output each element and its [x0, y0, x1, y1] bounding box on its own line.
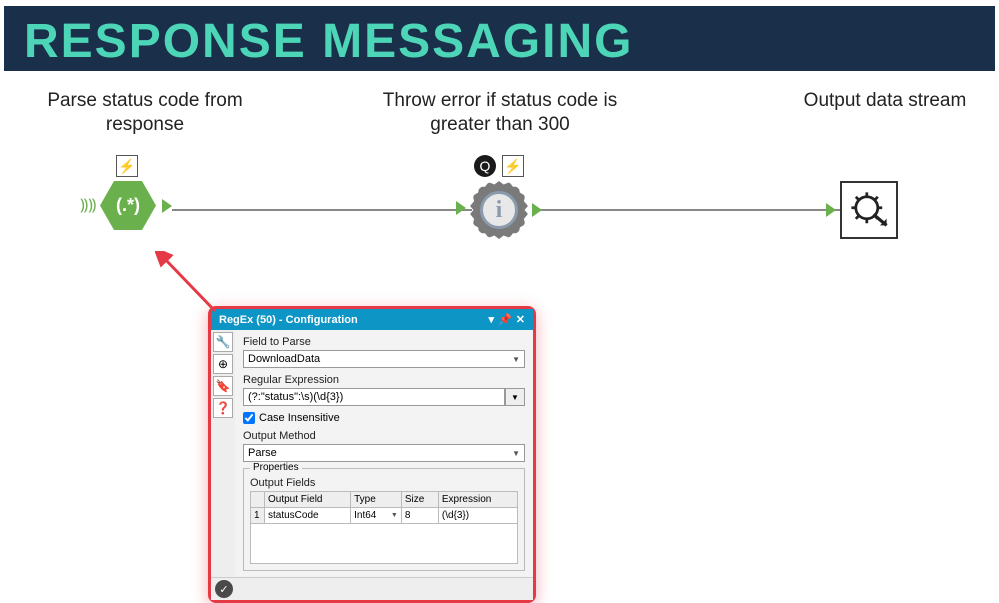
page-title: RESPONSE MESSAGING: [24, 14, 975, 69]
cell-size[interactable]: 8: [401, 508, 438, 524]
connector-line: [172, 209, 472, 211]
node2-label: Throw error if status code is greater th…: [370, 89, 630, 137]
wrench-icon[interactable]: 🔧: [213, 332, 233, 352]
node1-label: Parse status code from response: [40, 89, 250, 137]
lightning-icon: [116, 155, 138, 177]
dropdown-icon[interactable]: ▾: [489, 313, 495, 326]
panel-title: RegEx (50) - Configuration: [219, 314, 358, 326]
regex-dropdown-button[interactable]: ▼: [505, 388, 525, 406]
target-icon[interactable]: ⊕: [213, 354, 233, 374]
case-insensitive-label: Case Insensitive: [259, 412, 340, 424]
q-badge-icon: [474, 155, 496, 177]
regex-input[interactable]: (?:"status":\s)(\d{3}): [243, 388, 505, 406]
cell-type[interactable]: Int64: [351, 508, 402, 524]
field-to-parse-label: Field to Parse: [243, 336, 525, 348]
output-tool-node[interactable]: [840, 181, 898, 239]
output-fields-label: Output Fields: [250, 477, 518, 489]
callout-arrow-icon: [155, 251, 225, 321]
pin-icon[interactable]: 📌: [498, 313, 512, 326]
connector-line: [540, 209, 840, 211]
cell-output-field[interactable]: statusCode: [265, 508, 351, 524]
panel-sidebar: 🔧 ⊕ 🔖 ❓: [211, 330, 235, 577]
regex-label: Regular Expression: [243, 374, 525, 386]
tag-icon[interactable]: 🔖: [213, 376, 233, 396]
help-icon[interactable]: ❓: [213, 398, 233, 418]
table-row[interactable]: 1 statusCode Int64 8 (\d{3}): [251, 508, 518, 524]
config-panel: RegEx (50) - Configuration ▾ 📌 ✕ 🔧 ⊕ 🔖 ❓…: [208, 306, 536, 603]
check-icon[interactable]: ✓: [215, 580, 233, 598]
header-bar: RESPONSE MESSAGING: [4, 6, 995, 71]
cell-expression[interactable]: (\d{3}): [438, 508, 517, 524]
output-method-label: Output Method: [243, 430, 525, 442]
properties-group: Properties Output Fields Output Field Ty…: [243, 468, 525, 571]
output-method-dropdown[interactable]: Parse: [243, 444, 525, 462]
regex-icon-text: (.*): [116, 195, 140, 216]
lightning-icon: [502, 155, 524, 177]
seal-icon: i: [470, 181, 528, 239]
input-anchor-icon: [826, 203, 836, 217]
table-empty-area: [250, 524, 518, 564]
hexagon-icon: (.*): [100, 181, 156, 230]
output-anchor-icon: [162, 199, 172, 213]
output-fields-table: Output Field Type Size Expression 1 stat…: [250, 491, 518, 524]
col-expression: Expression: [438, 492, 517, 508]
wireless-icon: ⸩⸩: [80, 193, 96, 215]
field-to-parse-dropdown[interactable]: DownloadData: [243, 350, 525, 368]
message-tool-node[interactable]: i: [470, 181, 528, 239]
properties-label: Properties: [250, 462, 302, 473]
col-type: Type: [351, 492, 402, 508]
row-number: 1: [251, 508, 265, 524]
col-rownum: [251, 492, 265, 508]
output-anchor-icon: [532, 203, 542, 217]
node3-label: Output data stream: [800, 89, 970, 113]
workflow-canvas: Parse status code from response Throw er…: [0, 89, 999, 289]
col-output-field: Output Field: [265, 492, 351, 508]
col-size: Size: [401, 492, 438, 508]
gear-icon: [840, 181, 898, 239]
regex-tool-node[interactable]: ⸩⸩ (.*): [100, 181, 156, 230]
case-insensitive-checkbox[interactable]: [243, 412, 255, 424]
close-icon[interactable]: ✕: [516, 313, 525, 326]
input-anchor-icon: [456, 201, 466, 215]
panel-content: Field to Parse DownloadData Regular Expr…: [235, 330, 533, 577]
panel-titlebar[interactable]: RegEx (50) - Configuration ▾ 📌 ✕: [211, 309, 533, 330]
info-icon: i: [480, 191, 518, 229]
